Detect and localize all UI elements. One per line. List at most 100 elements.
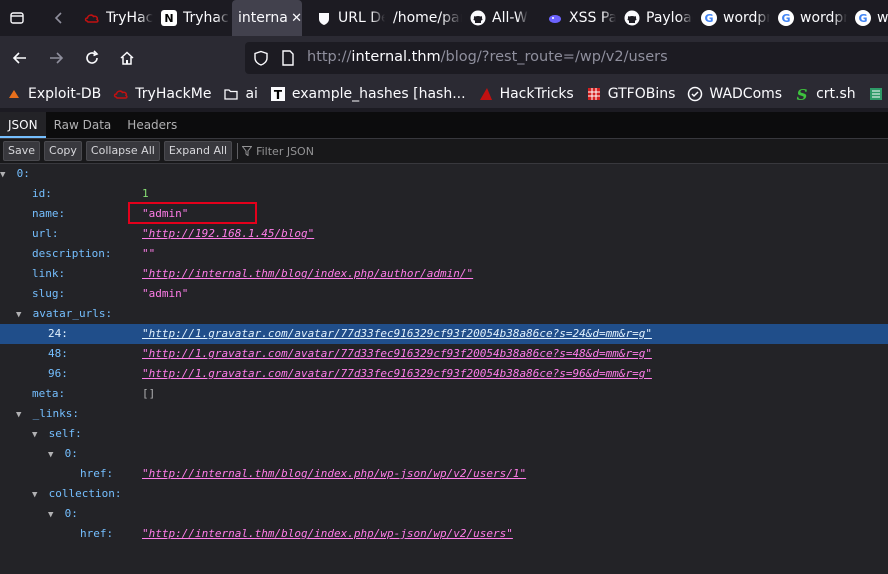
json-tree: ▼ 0: id: 1 name: "admin" url: "http://192.168.… [0, 164, 888, 574]
collapse-all-button[interactable]: Collapse All [85, 141, 160, 161]
bookmark-label: Exploit-DB [28, 86, 102, 102]
json-row[interactable]: description: "" [0, 244, 888, 264]
json-row[interactable]: ▼ 0: [0, 164, 888, 184]
tab-5[interactable]: All-W [462, 0, 539, 36]
tab-title: wordpress [877, 10, 888, 26]
expand-twisty-icon[interactable]: ▼ [16, 305, 26, 325]
json-row[interactable]: ▼ 0: [0, 444, 888, 464]
tab-10[interactable]: Gwordpress [847, 0, 888, 36]
json-value[interactable]: "http://internal.thm/blog/index.php/wp-j… [142, 524, 513, 544]
bookmark-ai[interactable]: ai [223, 86, 258, 102]
bookmark-gtfobins[interactable]: GTFOBins [586, 86, 676, 102]
expand-twisty-icon[interactable]: ▼ [32, 425, 42, 445]
json-key: slug: [32, 287, 66, 300]
arrow-right-icon [50, 52, 64, 64]
expand-twisty-icon[interactable]: ▼ [16, 405, 26, 425]
close-tab-icon[interactable]: ✕ [291, 11, 302, 26]
tab-headers[interactable]: Headers [119, 112, 185, 138]
tab-json[interactable]: JSON [0, 112, 46, 138]
bookmark-crt-sh[interactable]: Scrt.sh [794, 86, 856, 102]
tab-title: Tryhackme [183, 10, 230, 26]
json-value[interactable]: "http://1.gravatar.com/avatar/77d33fec91… [142, 344, 652, 364]
expand-twisty-icon[interactable]: ▼ [0, 165, 10, 185]
forward-button[interactable] [42, 44, 70, 72]
bookmark-dnsdumpster[interactable]: DNSDumpster [868, 86, 888, 102]
url-scheme: http:// [307, 49, 352, 65]
expand-twisty-icon[interactable]: ▼ [48, 505, 58, 525]
filter-json-input[interactable]: Filter JSON [242, 145, 314, 158]
json-row[interactable]: 24: "http://1.gravatar.com/avatar/77d33fe… [0, 324, 888, 344]
json-row[interactable]: ▼ collection: [0, 484, 888, 504]
reload-button[interactable] [78, 44, 106, 72]
tab-9[interactable]: Gwordpress [770, 0, 847, 36]
json-row[interactable]: ▼ avatar_urls: [0, 304, 888, 324]
filter-icon [242, 146, 253, 156]
json-row[interactable]: href: "http://internal.thm/blog/index.php… [0, 464, 888, 484]
tab-3[interactable]: URL Decode [308, 0, 385, 36]
json-row[interactable]: url: "http://192.168.1.45/blog" [0, 224, 888, 244]
tab-title: /home/parrot [393, 10, 462, 26]
bookmark-exploit-db[interactable]: Exploit-DB [6, 86, 101, 102]
expand-all-button[interactable]: Expand All [163, 141, 233, 161]
tab-raw-data[interactable]: Raw Data [46, 112, 120, 138]
expand-twisty-icon[interactable]: ▼ [48, 445, 58, 465]
tryhackme-icon [113, 86, 129, 102]
bookmark-wadcoms[interactable]: WADComs [687, 86, 782, 102]
json-row[interactable]: 48: "http://1.gravatar.com/avatar/77d33fe… [0, 344, 888, 364]
json-value[interactable]: "http://1.gravatar.com/avatar/77d33fec91… [142, 364, 652, 384]
navigation-toolbar: http://internal.thm/blog/?rest_route=/wp… [0, 36, 888, 80]
json-row[interactable]: ▼ 0: [0, 504, 888, 524]
json-row[interactable]: link: "http://internal.thm/blog/index.php… [0, 264, 888, 284]
json-row[interactable]: ▼ self: [0, 424, 888, 444]
toolbar-divider [237, 143, 239, 159]
bookmark-label: GTFOBins [607, 86, 676, 102]
bookmarks-toolbar: Exploit-DB TryHackMe ai Texample_hashes [ha… [0, 80, 888, 108]
shield-icon [316, 10, 332, 26]
json-value[interactable]: "http://1.gravatar.com/avatar/77d33fec91… [142, 324, 652, 344]
tab-title: Payloads [646, 10, 693, 26]
json-row[interactable]: meta: [] [0, 384, 888, 404]
bookmark-tryhackme[interactable]: TryHackMe [113, 86, 211, 102]
home-button[interactable] [113, 44, 141, 72]
json-key: description: [32, 247, 112, 260]
json-value[interactable]: "http://192.168.1.45/blog" [142, 224, 314, 244]
json-row[interactable]: id: 1 [0, 184, 888, 204]
url-text[interactable]: http://internal.thm/blog/?rest_route=/wp… [307, 49, 668, 65]
save-button[interactable]: Save [3, 141, 41, 161]
json-key: collection: [48, 487, 122, 500]
reload-icon [86, 50, 99, 64]
address-bar[interactable]: http://internal.thm/blog/?rest_route=/wp… [245, 42, 888, 74]
json-key: link: [32, 267, 66, 280]
json-row[interactable]: ▼ _links: [0, 404, 888, 424]
list-all-tabs-button[interactable] [0, 0, 34, 36]
tabs-overview-icon [10, 12, 24, 24]
json-key: 0: [64, 507, 78, 520]
copy-button[interactable]: Copy [44, 141, 82, 161]
page-info-icon[interactable] [281, 50, 295, 66]
filter-placeholder: Filter JSON [256, 144, 314, 158]
tab-8[interactable]: Gwordpress [693, 0, 770, 36]
tab-1[interactable]: N Tryhackme [153, 0, 230, 36]
expand-twisty-icon[interactable]: ▼ [32, 485, 42, 505]
tryhackme-icon [84, 10, 100, 26]
json-row[interactable]: slug: "admin" [0, 284, 888, 304]
json-value[interactable]: "http://internal.thm/blog/index.php/wp-j… [142, 464, 526, 484]
tab-0[interactable]: TryHackMe [76, 0, 153, 36]
json-row[interactable]: href: "http://internal.thm/blog/index.php… [0, 524, 888, 544]
tab-7[interactable]: Payloads [616, 0, 693, 36]
scroll-tabs-left-button[interactable] [42, 0, 76, 36]
back-button[interactable] [6, 44, 34, 72]
json-key: 48: [48, 347, 68, 360]
json-row[interactable]: 96: "http://1.gravatar.com/avatar/77d33fe… [0, 364, 888, 384]
bookmark-hacktricks[interactable]: HackTricks [478, 86, 574, 102]
tab-2[interactable]: internal.thm✕ [232, 0, 302, 36]
bookmark-example-hashes-hash[interactable]: Texample_hashes [hash... [270, 86, 466, 102]
arrow-left-icon [12, 52, 26, 64]
json-value[interactable]: "http://internal.thm/blog/index.php/auth… [142, 264, 473, 284]
dns-icon [868, 86, 884, 102]
wadcoms-icon [687, 86, 703, 102]
tracking-protection-icon[interactable] [253, 50, 269, 66]
folder-icon [223, 86, 239, 102]
tab-4[interactable]: /home/parrot [385, 0, 462, 36]
tab-6[interactable]: XSS Payloads [539, 0, 616, 36]
